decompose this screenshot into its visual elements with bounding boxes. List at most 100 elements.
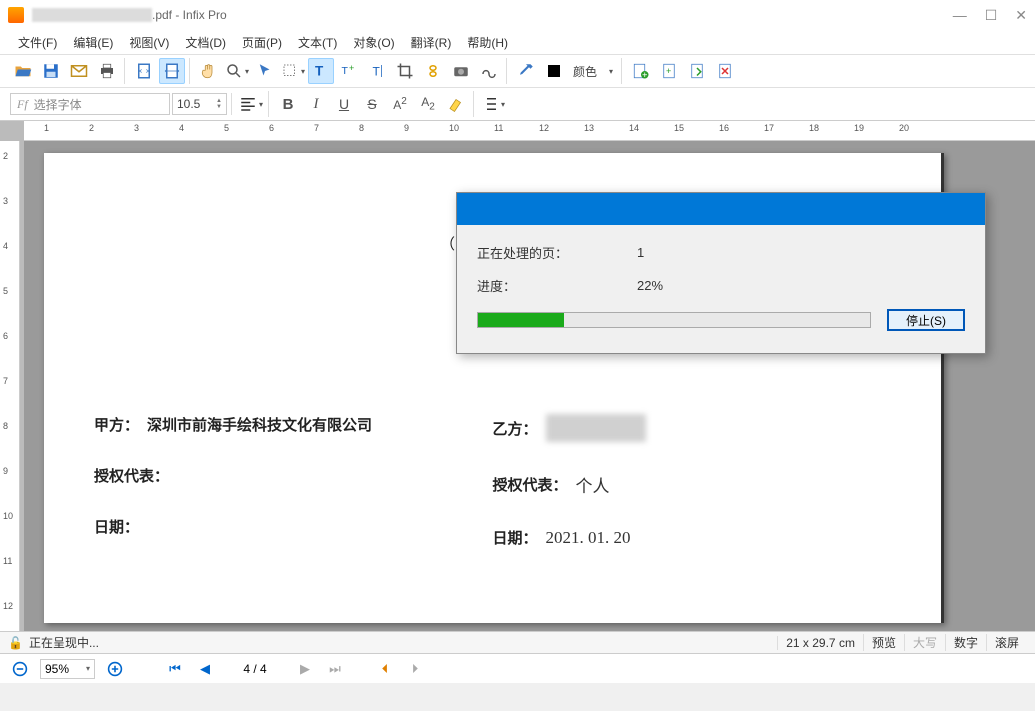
vertical-text-icon[interactable]: T [364, 58, 390, 84]
window-title: .pdf - Infix Pro [32, 8, 227, 23]
align-left-icon[interactable] [238, 91, 264, 117]
svg-text:+: + [666, 66, 671, 76]
progress-bar-fill [478, 313, 564, 327]
save-icon[interactable] [38, 58, 64, 84]
processing-page-value: 1 [637, 245, 644, 260]
last-page-button[interactable]: ⏭ [325, 659, 345, 679]
highlight-icon[interactable] [443, 91, 469, 117]
link-tool-icon[interactable] [420, 58, 446, 84]
lock-icon: 🔓 [8, 636, 23, 650]
menu-help[interactable]: 帮助(H) [459, 32, 516, 53]
zoom-out-button[interactable] [10, 659, 30, 679]
superscript-icon[interactable]: A2 [387, 91, 413, 117]
date-a-label: 日期： [94, 516, 139, 537]
horizontal-ruler: 1234567891011121314151617181920 [24, 121, 1035, 141]
translate-page-icon[interactable] [628, 58, 654, 84]
party-a-label: 甲方： [94, 414, 139, 435]
menu-text[interactable]: 文本(T) [290, 32, 345, 53]
dialog-titlebar[interactable] [457, 193, 985, 225]
menu-file[interactable]: 文件(F) [10, 32, 65, 53]
date-b-value: 2021. 01. 20 [546, 528, 631, 548]
rep-b-value: 个人 [576, 472, 610, 497]
history-forward-button[interactable]: ⏵ [405, 659, 425, 679]
zoom-in-button[interactable] [105, 659, 125, 679]
color-swatch-icon[interactable] [541, 58, 567, 84]
fit-width-icon[interactable] [159, 58, 185, 84]
progress-dialog: 正在处理的页：1 进度：22% 停止(S) [456, 192, 986, 354]
vertical-ruler: 23456789101112 [0, 141, 20, 631]
print-icon[interactable] [94, 58, 120, 84]
email-icon[interactable] [66, 58, 92, 84]
pointer-tool-icon[interactable] [252, 58, 278, 84]
italic-icon[interactable]: I [303, 91, 329, 117]
select-tool-icon[interactable] [280, 58, 306, 84]
prev-page-button[interactable]: ◀ [195, 659, 215, 679]
rep-a-label: 授权代表： [94, 465, 169, 486]
progress-value: 22% [637, 278, 663, 293]
line-spacing-icon[interactable] [480, 91, 506, 117]
delete-page-icon[interactable] [712, 58, 738, 84]
status-preview[interactable]: 预览 [863, 634, 904, 651]
crop-tool-icon[interactable] [392, 58, 418, 84]
app-icon [8, 7, 24, 23]
close-button[interactable]: ✕ [1015, 7, 1027, 24]
text-tool-icon[interactable]: T [308, 58, 334, 84]
status-scroll: 滚屏 [986, 634, 1027, 651]
progress-bar [477, 312, 871, 328]
titlebar: .pdf - Infix Pro — ☐ ✕ [0, 0, 1035, 30]
page-indicator[interactable]: 4 / 4 [225, 662, 285, 676]
text-plus-icon[interactable]: T+ [336, 58, 362, 84]
open-icon[interactable] [10, 58, 36, 84]
maximize-button[interactable]: ☐ [985, 7, 998, 24]
status-dimensions: 21 x 29.7 cm [777, 636, 863, 650]
menu-edit[interactable]: 编辑(E) [65, 32, 121, 53]
hand-tool-icon[interactable] [196, 58, 222, 84]
zoom-level[interactable]: 95%▾ [40, 659, 95, 679]
status-caps: 大写 [904, 634, 945, 651]
rep-b-label: 授权代表： [493, 474, 568, 495]
processing-page-label: 正在处理的页： [477, 243, 637, 262]
status-bar: 🔓 正在呈现中... 21 x 29.7 cm 预览 大写 数字 滚屏 [0, 631, 1035, 653]
zoom-tool-icon[interactable] [224, 58, 250, 84]
insert-page-icon[interactable]: + [656, 58, 682, 84]
fit-page-icon[interactable] [131, 58, 157, 84]
svg-text:T: T [315, 64, 324, 79]
bold-icon[interactable]: B [275, 91, 301, 117]
menubar: 文件(F) 编辑(E) 视图(V) 文档(D) 页面(P) 文本(T) 对象(O… [0, 30, 1035, 54]
font-family-select[interactable]: Ff选择字体 [10, 93, 170, 115]
status-rendering: 正在呈现中... [29, 634, 99, 651]
menu-view[interactable]: 视图(V) [121, 32, 177, 53]
eyedropper-icon[interactable] [513, 58, 539, 84]
menu-document[interactable]: 文档(D) [177, 32, 234, 53]
filename-redacted [32, 8, 152, 22]
date-b-label: 日期： [493, 527, 538, 548]
redo-path-icon[interactable] [476, 58, 502, 84]
history-back-button[interactable]: ⏴ [375, 659, 395, 679]
color-dropdown[interactable] [603, 58, 617, 84]
subscript-icon[interactable]: A2 [415, 91, 441, 117]
stop-button[interactable]: 停止(S) [887, 309, 965, 331]
svg-text:T: T [373, 65, 381, 79]
underline-icon[interactable]: U [331, 91, 357, 117]
menu-page[interactable]: 页面(P) [234, 32, 290, 53]
extract-page-icon[interactable] [684, 58, 710, 84]
progress-label: 进度： [477, 276, 637, 295]
menu-translate[interactable]: 翻译(R) [403, 32, 460, 53]
toolbar-main: T T+ T 颜色 + [0, 54, 1035, 87]
party-b-label: 乙方： [493, 418, 538, 439]
toolbar-text: Ff选择字体 10.5▲▼ B I U S A2 A2 [0, 87, 1035, 121]
next-page-button[interactable]: ▶ [295, 659, 315, 679]
camera-icon[interactable] [448, 58, 474, 84]
menu-object[interactable]: 对象(O) [345, 32, 402, 53]
strikethrough-icon[interactable]: S [359, 91, 385, 117]
svg-text:+: + [349, 63, 354, 73]
nav-bar: 95%▾ ⏮ ◀ 4 / 4 ▶ ⏭ ⏴ ⏵ [0, 653, 1035, 683]
svg-text:T: T [342, 65, 349, 77]
color-label: 颜色 [569, 63, 601, 80]
party-a-value: 深圳市前海手绘科技文化有限公司 [147, 414, 372, 435]
party-b-redacted [546, 414, 646, 442]
font-size-select[interactable]: 10.5▲▼ [172, 93, 227, 115]
minimize-button[interactable]: — [953, 7, 967, 24]
status-num: 数字 [945, 634, 986, 651]
first-page-button[interactable]: ⏮ [165, 659, 185, 679]
